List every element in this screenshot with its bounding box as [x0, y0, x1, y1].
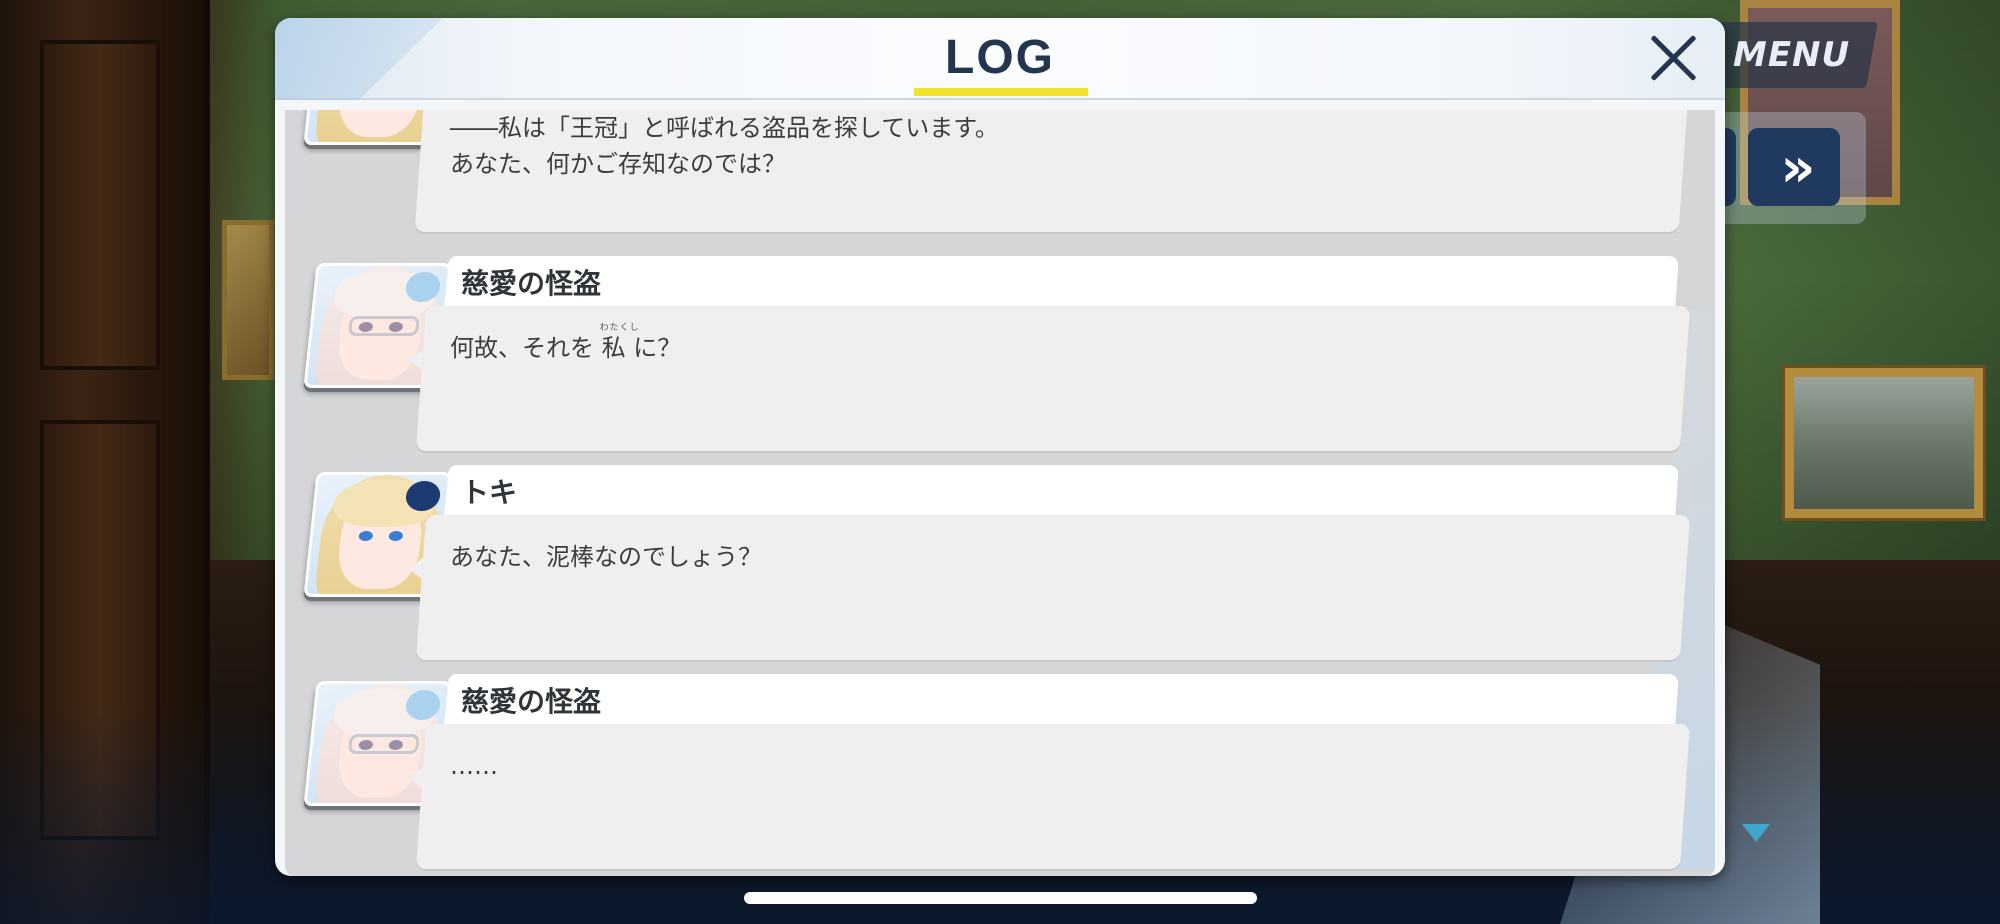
door-panel	[40, 40, 160, 370]
dialogue-line: ――私は「王冠」と呼ばれる盗品を探しています。	[450, 114, 999, 142]
log-title: LOG	[945, 31, 1055, 84]
speaker-name: トキ	[461, 476, 518, 509]
log-entry: 慈愛の怪盗 何故、それを わたくし私 に？	[285, 256, 1715, 461]
log-entry: 慈愛の怪盗 ……	[285, 674, 1715, 876]
ruby-reading: わたくし	[599, 323, 640, 333]
close-icon[interactable]	[1647, 32, 1699, 84]
dialogue-part: 何故、それを	[450, 334, 602, 362]
name-tab	[445, 256, 1679, 308]
painting-cathedral	[1785, 368, 1983, 518]
ruby-group: わたくし私	[600, 323, 639, 366]
advance-arrow-icon[interactable]	[1742, 824, 1770, 842]
dialogue-bubble	[415, 724, 1691, 869]
speaker-name: 慈愛の怪盗	[461, 267, 602, 300]
fast-forward-icon: »	[1780, 135, 1816, 199]
dialogue-line: あなた、何かご存知なのでは？	[450, 150, 786, 178]
dialogue-bubble	[415, 515, 1691, 660]
log-entry: トキ あなた、泥棒なのでしょう？	[285, 465, 1715, 670]
dialogue-text: ――私は「王冠」と呼ばれる盗品を探しています。 あなた、何かご存知なのでは？	[450, 110, 999, 182]
dialogue-text: 何故、それを わたくし私 に？	[450, 323, 681, 366]
title-underline	[914, 88, 1088, 96]
home-indicator[interactable]	[744, 892, 1257, 904]
menu-button[interactable]: MENU	[1706, 22, 1878, 88]
dialogue-text: あなた、泥棒なのでしょう？	[450, 543, 762, 571]
log-panel: LOG ――私は「王冠」と呼ばれる盗品を探しています。 あなた、何かご存知なので…	[275, 18, 1725, 876]
name-tab	[445, 674, 1679, 726]
menu-label: MENU	[1733, 35, 1851, 75]
dialogue-text: ……	[450, 752, 498, 780]
name-tab	[445, 465, 1679, 517]
fast-forward-button[interactable]: »	[1748, 128, 1840, 206]
log-header: LOG	[275, 18, 1725, 100]
painting-left	[222, 220, 274, 380]
log-scroll-area[interactable]: ――私は「王冠」と呼ばれる盗品を探しています。 あなた、何かご存知なのでは？ 慈…	[285, 110, 1715, 876]
speaker-name: 慈愛の怪盗	[461, 685, 602, 718]
